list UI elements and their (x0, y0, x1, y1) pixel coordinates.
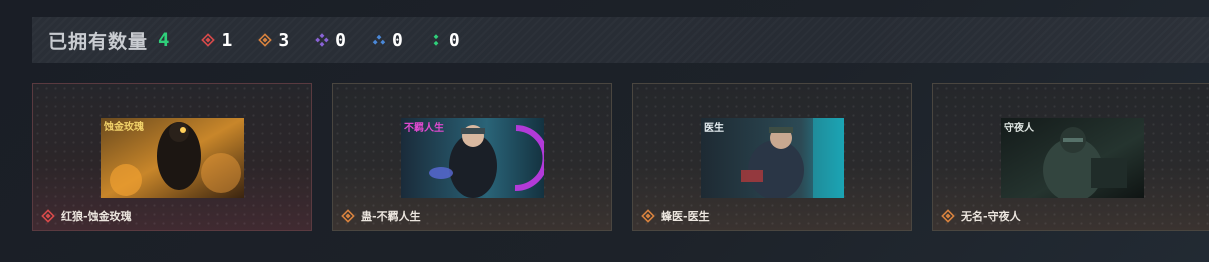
skin-card-label: 红狼-蚀金玫瑰 (41, 208, 132, 224)
skin-name: 蜂医-医生 (661, 210, 710, 223)
owned-count-bar: 已拥有数量 4 1 3 0 0 0 (32, 17, 1209, 63)
skin-image: 医生 (701, 118, 844, 198)
rarity-blue-value: 0 (392, 29, 403, 51)
rarity-blue-count: 0 (372, 30, 403, 51)
svg-text:守夜人: 守夜人 (1004, 121, 1035, 134)
skin-card-gu[interactable]: 不羁人生 蛊-不羁人生 (332, 83, 612, 231)
skin-card-label: 蛊-不羁人生 (341, 208, 421, 224)
rarity-orange-count: 3 (258, 30, 289, 51)
rarity-red-count: 1 (201, 30, 232, 51)
skin-artwork-image: 不羁人生 (401, 118, 544, 198)
purple-diamond-icon (315, 33, 329, 47)
skin-image: 不羁人生 (401, 118, 544, 198)
svg-text:医生: 医生 (704, 121, 724, 134)
svg-text:不羁人生: 不羁人生 (404, 121, 444, 134)
owned-total-count: 4 (158, 29, 170, 51)
rarity-green-value: 0 (448, 29, 460, 51)
skin-artwork-image: 蚀金玫瑰 (101, 118, 244, 198)
orange-diamond-icon (341, 209, 355, 223)
rarity-purple-count: 0 (315, 30, 346, 51)
red-diamond-icon (41, 209, 55, 223)
skin-card-fengYi[interactable]: 医生 蜂医-医生 (632, 83, 912, 231)
skin-card-label: 蜂医-医生 (641, 208, 710, 224)
red-diamond-icon (201, 33, 216, 47)
blue-diamond-icon (372, 34, 386, 45)
rarity-red-value: 1 (221, 29, 233, 51)
skin-card-wuMing[interactable]: 守夜人 无名-守夜人 (932, 83, 1209, 231)
skin-name: 红狼-蚀金玫瑰 (61, 210, 132, 223)
skin-card-label: 无名-守夜人 (941, 208, 1021, 224)
skin-name: 无名-守夜人 (961, 210, 1021, 223)
orange-diamond-icon (941, 209, 955, 223)
skin-artwork-image: 守夜人 (1001, 118, 1144, 198)
skin-image: 守夜人 (1001, 118, 1144, 198)
owned-title: 已拥有数量 (48, 30, 149, 53)
rarity-green-count: 0 (429, 30, 460, 51)
rarity-purple-value: 0 (335, 29, 346, 51)
skin-image: 蚀金玫瑰 (101, 118, 244, 198)
skin-artwork-image: 医生 (701, 118, 844, 198)
svg-text:蚀金玫瑰: 蚀金玫瑰 (103, 120, 144, 133)
skin-name: 蛊-不羁人生 (361, 210, 421, 223)
green-diamond-icon (433, 34, 439, 46)
skin-card-hongLang[interactable]: 蚀金玫瑰 红狼-蚀金玫瑰 (32, 83, 312, 231)
rarity-orange-value: 3 (278, 29, 290, 51)
orange-diamond-icon (641, 209, 655, 223)
orange-diamond-icon (258, 33, 273, 47)
